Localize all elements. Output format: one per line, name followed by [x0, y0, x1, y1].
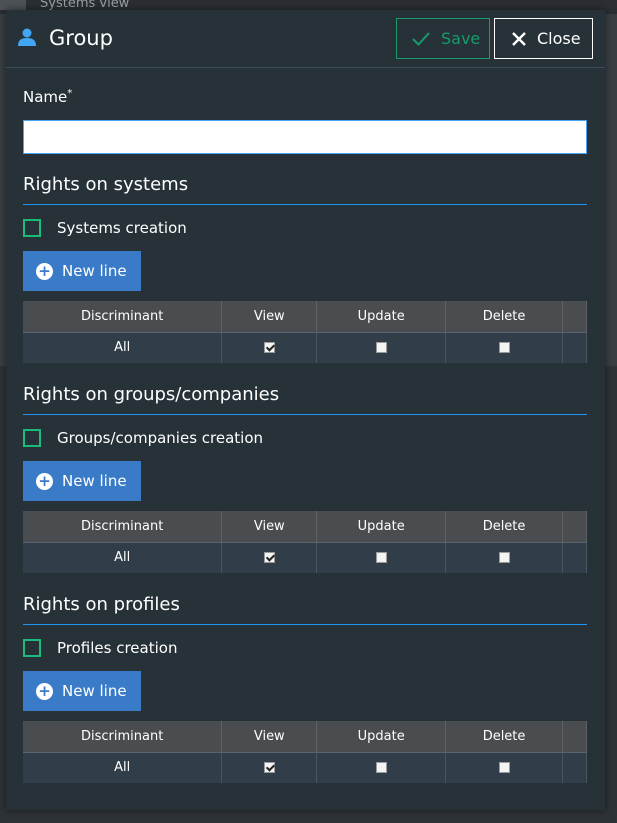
update-cell: [316, 541, 447, 573]
dialog-header: Group Save Close: [6, 10, 605, 68]
header-spacer: [562, 301, 587, 332]
row-discriminant: All: [23, 331, 223, 363]
groups-creation-checkbox[interactable]: [23, 429, 41, 447]
header-update[interactable]: Update: [316, 721, 447, 752]
header-spacer: [562, 721, 587, 752]
update-checkbox[interactable]: [375, 762, 387, 774]
systems-creation-row[interactable]: Systems creation: [23, 218, 187, 238]
table-header-row: Discriminant View Update Delete: [23, 721, 587, 752]
view-checkbox[interactable]: [263, 762, 275, 774]
groups-new-line-button[interactable]: + New line: [23, 461, 141, 501]
new-line-label: New line: [62, 472, 127, 490]
view-cell: [221, 541, 318, 573]
profiles-new-line-button[interactable]: + New line: [23, 671, 141, 711]
systems-new-line-button[interactable]: + New line: [23, 251, 141, 291]
plus-circle-icon: +: [36, 682, 53, 700]
new-line-label: New line: [62, 262, 127, 280]
profiles-creation-checkbox[interactable]: [23, 639, 41, 657]
new-line-label: New line: [62, 682, 127, 700]
delete-cell: [445, 541, 563, 573]
header-delete[interactable]: Delete: [445, 301, 563, 332]
header-view[interactable]: View: [221, 301, 318, 332]
plus-circle-icon: +: [36, 262, 53, 280]
profiles-creation-label: Profiles creation: [57, 639, 178, 657]
dialog-title: Group: [49, 26, 113, 50]
section-title-systems: Rights on systems: [23, 174, 587, 205]
header-spacer: [562, 511, 587, 542]
delete-cell: [445, 751, 563, 783]
group-dialog: Group Save Close Name* Rights on systems…: [6, 10, 605, 810]
header-view[interactable]: View: [221, 721, 318, 752]
table-row: All: [23, 331, 587, 363]
update-checkbox[interactable]: [375, 552, 387, 564]
save-button-label: Save: [441, 29, 481, 48]
header-discriminant[interactable]: Discriminant: [23, 511, 223, 542]
check-icon: [412, 31, 430, 46]
section-title-profiles: Rights on profiles: [23, 594, 587, 625]
table-row: All: [23, 541, 587, 573]
row-spacer: [562, 751, 587, 783]
header-update[interactable]: Update: [316, 301, 447, 332]
background-icon: [0, 0, 26, 10]
close-button-label: Close: [537, 29, 581, 48]
save-button[interactable]: Save: [396, 18, 490, 59]
header-view[interactable]: View: [221, 511, 318, 542]
groups-rights-table: Discriminant View Update Delete All: [23, 511, 587, 573]
name-label-text: Name: [23, 88, 68, 106]
row-discriminant: All: [23, 541, 223, 573]
groups-creation-label: Groups/companies creation: [57, 429, 264, 447]
profiles-creation-row[interactable]: Profiles creation: [23, 638, 177, 658]
delete-checkbox[interactable]: [498, 762, 510, 774]
section-title-groups: Rights on groups/companies: [23, 384, 587, 415]
required-mark: *: [67, 88, 73, 99]
systems-rights-table: Discriminant View Update Delete All: [23, 301, 587, 363]
user-icon: [18, 28, 36, 46]
view-checkbox[interactable]: [263, 342, 275, 354]
header-delete[interactable]: Delete: [445, 721, 563, 752]
row-discriminant: All: [23, 751, 223, 783]
view-checkbox[interactable]: [263, 552, 275, 564]
delete-cell: [445, 331, 563, 363]
update-cell: [316, 751, 447, 783]
view-cell: [221, 751, 318, 783]
update-cell: [316, 331, 447, 363]
row-spacer: [562, 331, 587, 363]
close-button[interactable]: Close: [494, 18, 593, 59]
profiles-rights-table: Discriminant View Update Delete All: [23, 721, 587, 783]
update-checkbox[interactable]: [375, 342, 387, 354]
close-icon: [512, 31, 526, 46]
systems-creation-label: Systems creation: [57, 219, 187, 237]
header-delete[interactable]: Delete: [445, 511, 563, 542]
table-header-row: Discriminant View Update Delete: [23, 301, 587, 332]
systems-creation-checkbox[interactable]: [23, 219, 41, 237]
header-discriminant[interactable]: Discriminant: [23, 301, 223, 332]
delete-checkbox[interactable]: [498, 552, 510, 564]
delete-checkbox[interactable]: [498, 342, 510, 354]
plus-circle-icon: +: [36, 472, 53, 490]
name-label: Name*: [23, 88, 72, 106]
groups-creation-row[interactable]: Groups/companies creation: [23, 428, 263, 448]
header-discriminant[interactable]: Discriminant: [23, 721, 223, 752]
table-row: All: [23, 751, 587, 783]
header-update[interactable]: Update: [316, 511, 447, 542]
row-spacer: [562, 541, 587, 573]
name-input[interactable]: [23, 120, 587, 154]
table-header-row: Discriminant View Update Delete: [23, 511, 587, 542]
view-cell: [221, 331, 318, 363]
